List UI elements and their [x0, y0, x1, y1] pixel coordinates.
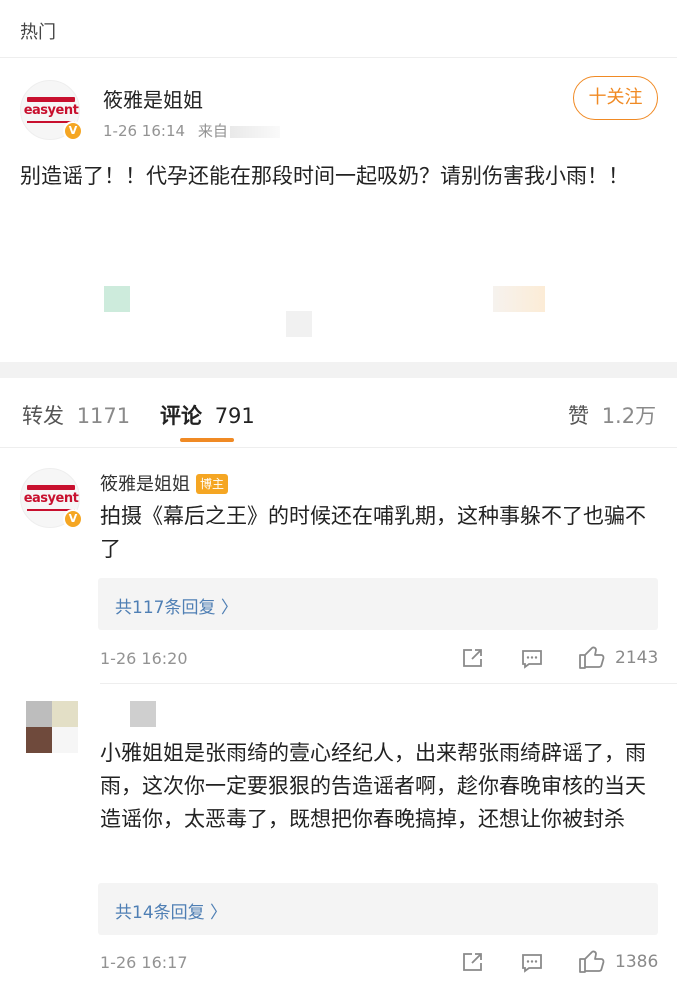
active-tab-indicator — [180, 438, 234, 442]
comment-item: 小雅姐姐是张雨绮的壹心经纪人，出来帮张雨绮辟谣了，雨雨，这次你一定要狠狠的告造谣… — [0, 684, 677, 984]
comment-icon[interactable] — [520, 647, 544, 671]
replies-button[interactable]: 共14条回复 〉 — [98, 883, 658, 935]
post-source-prefix: 来自 — [197, 122, 228, 140]
avatar-logo: easyent — [23, 103, 79, 118]
share-icon[interactable] — [461, 646, 485, 670]
tab-comment[interactable]: 评论 791 — [160, 400, 255, 430]
tab-comment-label: 评论 — [160, 404, 202, 428]
replies-button[interactable]: 共117条回复 〉 — [98, 578, 658, 630]
verified-icon: V — [63, 121, 83, 141]
verified-icon: V — [63, 509, 83, 529]
logo-bar — [27, 485, 75, 490]
tab-like-label: 赞 — [568, 404, 589, 428]
tab-repost-label: 转发 — [22, 404, 64, 428]
author-badge: 博主 — [196, 474, 229, 494]
blurred-image[interactable] — [493, 286, 545, 312]
avatar-logo: easyent — [23, 491, 79, 506]
section-title: 热门 — [20, 22, 56, 43]
replies-label: 共117条回复 〉 — [115, 598, 238, 618]
replies-label: 共14条回复 〉 — [115, 903, 228, 923]
tab-repost-count: 1171 — [76, 404, 131, 428]
comment-item: easyent V 筱雅是姐姐 博主 拍摄《幕后之王》的时候还在哺乳期，这种事躲不… — [0, 448, 677, 684]
tab-comment-count: 791 — [214, 404, 255, 428]
like-count: 2143 — [615, 648, 659, 668]
comment-text: 小雅姐姐是张雨绮的壹心经纪人，出来帮张雨绮辟谣了，雨雨，这次你一定要狠狠的告造谣… — [100, 741, 646, 831]
post-meta: 1-26 16:14 来自 — [103, 120, 280, 141]
hidden-username[interactable] — [130, 701, 156, 727]
comment-author[interactable]: 筱雅是姐姐 博主 — [100, 470, 229, 496]
post-source-blurred — [229, 125, 280, 138]
avatar[interactable] — [26, 701, 78, 753]
follow-button[interactable]: 十关注 — [573, 76, 658, 120]
comment-text: 拍摄《幕后之王》的时候还在哺乳期，这种事躲不了也骗不了 — [100, 504, 646, 561]
tab-repost[interactable]: 转发 1171 — [22, 400, 130, 430]
section-header: 热门 — [0, 0, 677, 58]
post-time: 1-26 16:14 — [103, 122, 186, 140]
share-icon[interactable] — [461, 950, 485, 974]
interaction-tabs: 转发 1171 评论 791 赞 1.2万 — [0, 378, 677, 448]
tab-like[interactable]: 赞 1.2万 — [568, 400, 656, 430]
blurred-image[interactable] — [104, 286, 130, 312]
like-icon[interactable] — [578, 948, 606, 974]
blurred-image[interactable] — [286, 311, 312, 337]
like-count: 1386 — [615, 952, 659, 972]
post-content: 别造谣了！！代孕还能在那段时间一起吸奶？请别伤害我小雨！！ — [20, 164, 629, 188]
avatar[interactable]: easyent V — [20, 80, 83, 141]
comment-time: 1-26 16:17 — [100, 953, 188, 972]
avatar[interactable]: easyent V — [20, 468, 83, 529]
comment-icon[interactable] — [520, 951, 544, 975]
tab-like-count: 1.2万 — [601, 404, 657, 428]
comment-author-name[interactable]: 筱雅是姐姐 — [100, 474, 190, 495]
weibo-post: easyent V 筱雅是姐姐 1-26 16:14 来自 十关注 别造谣了！！… — [0, 58, 677, 362]
logo-bar — [27, 97, 75, 102]
like-icon[interactable] — [578, 644, 606, 670]
comment-time: 1-26 16:20 — [100, 649, 188, 668]
post-author[interactable]: 筱雅是姐姐 — [103, 84, 203, 113]
section-gap — [0, 362, 677, 378]
